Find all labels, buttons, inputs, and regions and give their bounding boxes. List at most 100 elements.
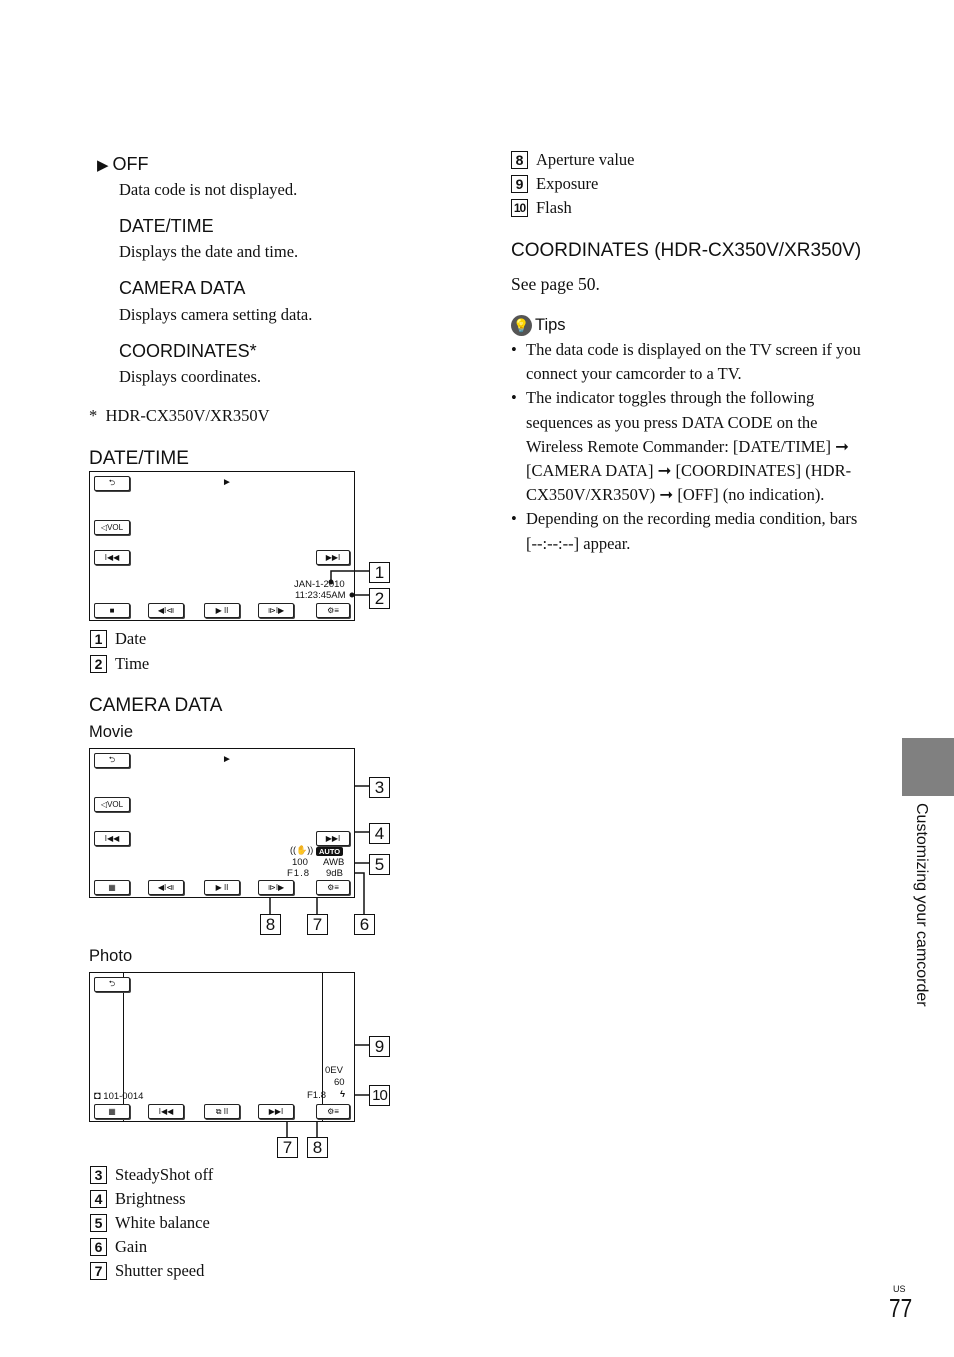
- return-button[interactable]: ⮌: [94, 977, 130, 992]
- legend-label: Time: [115, 654, 150, 673]
- option-desc: Displays coordinates.: [119, 367, 262, 386]
- footnote: * HDR-CX350V/XR350V: [89, 406, 270, 425]
- return-button[interactable]: ⮌: [94, 753, 130, 768]
- aperture-readout: F1.8: [307, 1090, 327, 1101]
- play-indicator-icon: ►: [222, 477, 232, 488]
- legend-item: 3 SteadyShot off: [90, 1163, 213, 1187]
- index-button[interactable]: ▦: [94, 880, 130, 895]
- vol-label: VOL: [107, 523, 124, 532]
- legend-item-date: 1 Date: [90, 627, 146, 651]
- callout-9: 9: [369, 1036, 390, 1057]
- option-button[interactable]: ⚙≡: [316, 880, 350, 895]
- previous-button[interactable]: I◀◀: [148, 1104, 184, 1119]
- index-grid-icon: ▦: [108, 883, 116, 892]
- skip-back-icon: I◀◀: [104, 553, 120, 562]
- movie-screen: ⮌ ► ◁ VOL I◀◀ ▶▶I ((✋)) AUTO 100 AWB F1.8…: [89, 748, 355, 898]
- legend-number: 5: [90, 1214, 107, 1232]
- stop-button[interactable]: ■: [94, 603, 130, 618]
- return-icon: ⮌: [108, 978, 116, 988]
- legend-number: 3: [90, 1166, 107, 1184]
- page-number: 77: [889, 1293, 913, 1323]
- rewind-button[interactable]: ◀I⧏: [148, 880, 184, 895]
- callout-6: 6: [354, 914, 375, 935]
- next-button[interactable]: ▶▶I: [258, 1104, 294, 1119]
- legend-item: 7 Shutter speed: [90, 1259, 213, 1283]
- slideshow-icon: ⧉ II: [215, 1106, 229, 1116]
- option-menu-icon: ⚙≡: [327, 606, 339, 615]
- skip-forward-icon: ▶▶I: [325, 834, 341, 843]
- option-title: DATE/TIME: [119, 216, 214, 236]
- legend-item: 5 White balance: [90, 1211, 213, 1235]
- skip-forward-icon: ▶▶I: [268, 1107, 284, 1116]
- return-icon: ⮌: [108, 754, 116, 764]
- option-title: CAMERA DATA: [119, 278, 246, 298]
- fast-forward-icon: ⧐I▶: [267, 883, 285, 892]
- next-button[interactable]: ▶▶I: [316, 550, 350, 565]
- side-tab-label: Customizing your camcorder: [913, 803, 930, 1007]
- legend-item: 9 Exposure: [511, 172, 635, 196]
- callout-8-photo: 8: [307, 1137, 328, 1158]
- callout-2: 2: [369, 588, 390, 609]
- previous-button[interactable]: I◀◀: [94, 550, 130, 565]
- aperture-readout: F1.8: [287, 868, 311, 879]
- tip-item: Depending on the recording media conditi…: [511, 507, 871, 555]
- callout-3: 3: [369, 777, 390, 798]
- play-pause-button[interactable]: ▶ II: [204, 880, 240, 895]
- tip-item: The indicator toggles through the follow…: [511, 386, 871, 507]
- volume-button[interactable]: ◁ VOL: [94, 520, 130, 535]
- callout-8: 8: [260, 914, 281, 935]
- side-tab-block: [902, 738, 954, 796]
- legend-item: 4 Brightness: [90, 1187, 213, 1211]
- legend-number: 6: [90, 1238, 107, 1256]
- callout-7: 7: [307, 914, 328, 935]
- next-button[interactable]: ▶▶I: [316, 831, 350, 846]
- return-button[interactable]: ⮌: [94, 476, 130, 491]
- callout-leader-lines: [269, 570, 369, 1137]
- legend-number: 7: [90, 1262, 107, 1280]
- index-button[interactable]: ▦: [94, 1104, 130, 1119]
- selected-marker-icon: ▶: [97, 157, 109, 174]
- vol-label: VOL: [107, 800, 124, 809]
- legend-item: 8 Aperture value: [511, 148, 635, 172]
- fast-forward-button[interactable]: ⧐I▶: [258, 603, 294, 618]
- fast-forward-icon: ⧐I▶: [267, 606, 285, 615]
- file-number: 101-0014: [103, 1091, 144, 1102]
- legend-item: 6 Gain: [90, 1235, 213, 1259]
- skip-back-icon: I◀◀: [104, 834, 120, 843]
- date-time-screen: ⮌ ► ◁ VOL I◀◀ ▶▶I JAN-1-2010 11:23:45AM ■…: [89, 471, 355, 621]
- gain-readout: 9dB: [326, 868, 343, 879]
- option-desc: Displays the date and time.: [119, 242, 299, 261]
- play-pause-icon: ▶ II: [215, 606, 229, 615]
- section-heading-date-time: DATE/TIME: [89, 448, 189, 469]
- camera-data-legend-continued: 8 Aperture value 9 Exposure 10 Flash: [511, 148, 635, 220]
- legend-number: 10: [511, 199, 528, 217]
- option-menu-icon: ⚙≡: [327, 1107, 339, 1116]
- legend-number: 4: [90, 1190, 107, 1208]
- legend-label: Shutter speed: [115, 1261, 205, 1280]
- legend-label: Date: [115, 629, 147, 648]
- callout-5: 5: [369, 854, 390, 875]
- steadyshot-off-icon: ((✋)): [290, 845, 314, 855]
- slideshow-button[interactable]: ⧉ II: [204, 1104, 240, 1119]
- volume-button[interactable]: ◁ VOL: [94, 797, 130, 812]
- subheading-photo: Photo: [89, 947, 133, 965]
- fast-forward-button[interactable]: ⧐I▶: [258, 880, 294, 895]
- subheading-movie: Movie: [89, 723, 134, 741]
- option-off: ▶ OFF: [97, 154, 149, 175]
- time-readout: 11:23:45AM: [295, 590, 346, 601]
- brightness-badge: AUTO: [316, 847, 344, 856]
- callout-10: 10: [369, 1085, 390, 1106]
- previous-button[interactable]: I◀◀: [94, 831, 130, 846]
- lightbulb-icon: 💡: [511, 315, 532, 336]
- play-pause-button[interactable]: ▶ II: [204, 603, 240, 618]
- legend-item-time: 2 Time: [90, 652, 149, 676]
- rewind-button[interactable]: ◀I⧏: [148, 603, 184, 618]
- legend-label: Gain: [115, 1237, 148, 1256]
- option-button[interactable]: ⚙≡: [316, 1104, 350, 1119]
- white-balance-readout: AWB: [323, 857, 345, 868]
- option-button[interactable]: ⚙≡: [316, 603, 350, 618]
- legend-number: 2: [90, 655, 107, 673]
- skip-forward-icon: ▶▶I: [325, 553, 341, 562]
- legend-label: Aperture value: [536, 150, 635, 169]
- legend-number: 8: [511, 151, 528, 169]
